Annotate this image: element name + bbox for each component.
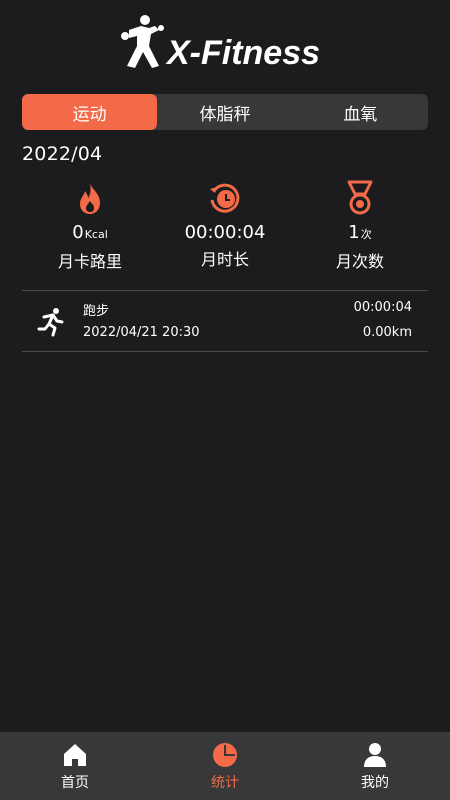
logo-icon: X-Fitness: [121, 15, 320, 72]
record-duration: 00:00:04: [353, 300, 412, 315]
nav-profile-label: 我的: [361, 775, 389, 791]
nav-profile[interactable]: 我的: [300, 732, 450, 800]
user-icon: [364, 743, 386, 767]
duration-value: 00:00:04: [184, 222, 266, 243]
count-unit: 次: [360, 228, 372, 241]
calories-unit: Kcal: [84, 228, 108, 241]
flame-icon: [73, 180, 107, 216]
running-icon: [37, 308, 64, 337]
calories-value: 0Kcal: [72, 222, 108, 243]
monthly-stats: 0Kcal 月卡路里 00:00:04 月时长 1次 月次数: [0, 180, 450, 272]
nav-statistics[interactable]: 统计: [150, 732, 300, 800]
divider: [22, 351, 428, 352]
record-distance: 0.00km: [362, 325, 412, 340]
app-logo: X-Fitness: [0, 12, 450, 76]
home-icon: [64, 744, 86, 766]
list-item[interactable]: 跑步 2022/04/21 20:30 00:00:04 0.00km: [22, 291, 428, 351]
nav-statistics-label: 统计: [211, 775, 239, 791]
month-selector[interactable]: 2022/04: [22, 143, 102, 165]
pie-chart-icon: [213, 743, 237, 767]
nav-home-label: 首页: [61, 775, 89, 791]
tab-body-fat-scale[interactable]: 体脂秤: [157, 94, 292, 130]
count-value: 1次: [348, 222, 372, 243]
logo-text: X-Fitness: [165, 34, 320, 72]
stat-duration: 00:00:04 月时长: [150, 180, 300, 270]
tab-blood-oxygen[interactable]: 血氧: [293, 94, 428, 130]
clock-icon: [208, 180, 242, 216]
bottom-nav: 首页 统计 我的: [0, 732, 450, 800]
stat-calories: 0Kcal 月卡路里: [15, 180, 165, 272]
duration-label: 月时长: [200, 250, 249, 269]
tab-sport[interactable]: 运动: [22, 94, 158, 130]
record-name: 跑步: [83, 304, 110, 319]
stat-count: 1次 月次数: [285, 180, 435, 272]
calories-label: 月卡路里: [57, 252, 122, 271]
nav-home[interactable]: 首页: [0, 732, 150, 800]
record-datetime: 2022/04/21 20:30: [83, 325, 200, 340]
count-label: 月次数: [335, 252, 384, 271]
medal-icon: [343, 180, 377, 216]
category-tabs: 运动 体脂秤 血氧: [22, 94, 428, 130]
